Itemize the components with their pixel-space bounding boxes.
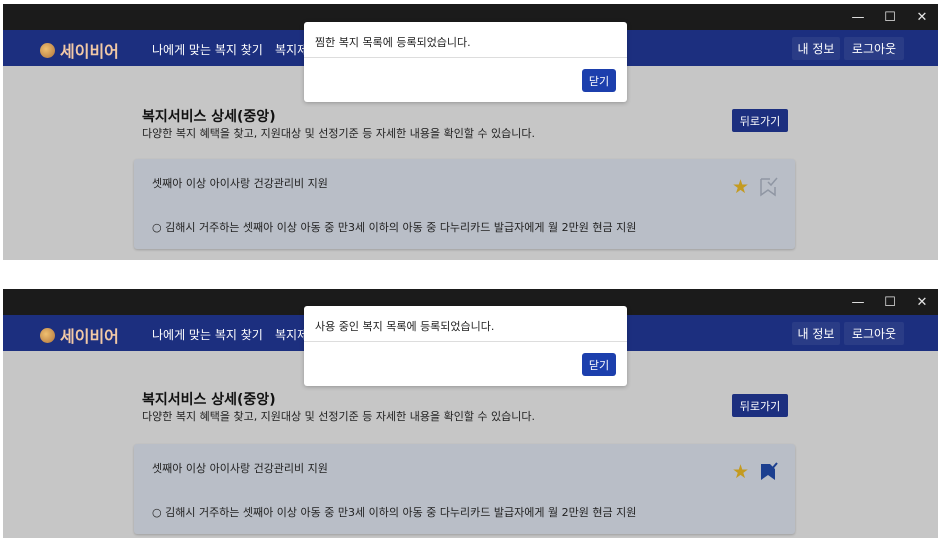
card-body: ○ 김해시 거주하는 셋째아 이상 아동 중 만3세 이하의 아동 중 다누리카… <box>152 506 637 519</box>
minimize-button[interactable]: — <box>842 289 874 315</box>
star-icon[interactable]: ★ <box>732 463 749 482</box>
modal-close-button[interactable]: 닫기 <box>582 353 616 376</box>
logo[interactable]: 세이비어 <box>40 323 119 347</box>
screenshot-in-use: — ☐ ✕ 세이비어 나에게 맞는 복지 찾기 복지제 내 정보 로그아웃 복지… <box>3 289 938 538</box>
logo-text: 세이비어 <box>60 42 119 61</box>
page-description: 다양한 복지 혜택을 찾고, 지원대상 및 선정기준 등 자세한 내용을 확인할… <box>142 410 536 423</box>
page-title: 복지서비스 상세(중앙) <box>142 392 276 408</box>
modal-close-button[interactable]: 닫기 <box>582 69 616 92</box>
notification-modal: 사용 중인 복지 목록에 등록되었습니다. 닫기 <box>304 306 627 386</box>
close-window-button[interactable]: ✕ <box>906 4 938 30</box>
card-title: 셋째아 이상 아이사랑 건강관리비 지원 <box>152 177 328 190</box>
welfare-card: 셋째아 이상 아이사랑 건강관리비 지원 ○ 김해시 거주하는 셋째아 이상 아… <box>134 444 795 534</box>
notification-modal: 찜한 복지 목록에 등록되었습니다. 닫기 <box>304 22 627 102</box>
welfare-card: 셋째아 이상 아이사랑 건강관리비 지원 ○ 김해시 거주하는 셋째아 이상 아… <box>134 159 795 249</box>
screenshot-favorite: — ☐ ✕ 세이비어 나에게 맞는 복지 찾기 복지제 내 정보 로그아웃 복지… <box>3 4 938 260</box>
back-button[interactable]: 뒤로가기 <box>732 394 788 417</box>
page-title: 복지서비스 상세(중앙) <box>142 109 276 125</box>
window-controls: — ☐ ✕ <box>842 289 938 315</box>
window-controls: — ☐ ✕ <box>842 4 938 30</box>
star-icon[interactable]: ★ <box>732 178 749 197</box>
logo-icon <box>40 42 55 58</box>
maximize-button[interactable]: ☐ <box>874 289 906 315</box>
modal-divider <box>304 341 627 342</box>
logout-button[interactable]: 로그아웃 <box>844 322 904 345</box>
nav-find-welfare[interactable]: 나에게 맞는 복지 찾기 <box>152 326 263 343</box>
logo-icon <box>40 327 55 343</box>
my-info-button[interactable]: 내 정보 <box>792 322 840 345</box>
minimize-button[interactable]: — <box>842 4 874 30</box>
card-body: ○ 김해시 거주하는 셋째아 이상 아동 중 만3세 이하의 아동 중 다누리카… <box>152 221 637 234</box>
modal-message: 찜한 복지 목록에 등록되었습니다. <box>315 36 471 49</box>
back-button[interactable]: 뒤로가기 <box>732 109 788 132</box>
page-description: 다양한 복지 혜택을 찾고, 지원대상 및 선정기준 등 자세한 내용을 확인할… <box>142 127 536 140</box>
maximize-button[interactable]: ☐ <box>874 4 906 30</box>
nav-find-welfare[interactable]: 나에게 맞는 복지 찾기 <box>152 41 263 58</box>
bookmark-check-icon[interactable] <box>758 177 778 197</box>
logout-button[interactable]: 로그아웃 <box>844 37 904 60</box>
bookmark-check-icon[interactable] <box>758 462 778 482</box>
logo[interactable]: 세이비어 <box>40 38 119 62</box>
card-title: 셋째아 이상 아이사랑 건강관리비 지원 <box>152 462 328 475</box>
close-window-button[interactable]: ✕ <box>906 289 938 315</box>
my-info-button[interactable]: 내 정보 <box>792 37 840 60</box>
modal-message: 사용 중인 복지 목록에 등록되었습니다. <box>315 320 495 333</box>
logo-text: 세이비어 <box>60 327 119 346</box>
modal-divider <box>304 57 627 58</box>
